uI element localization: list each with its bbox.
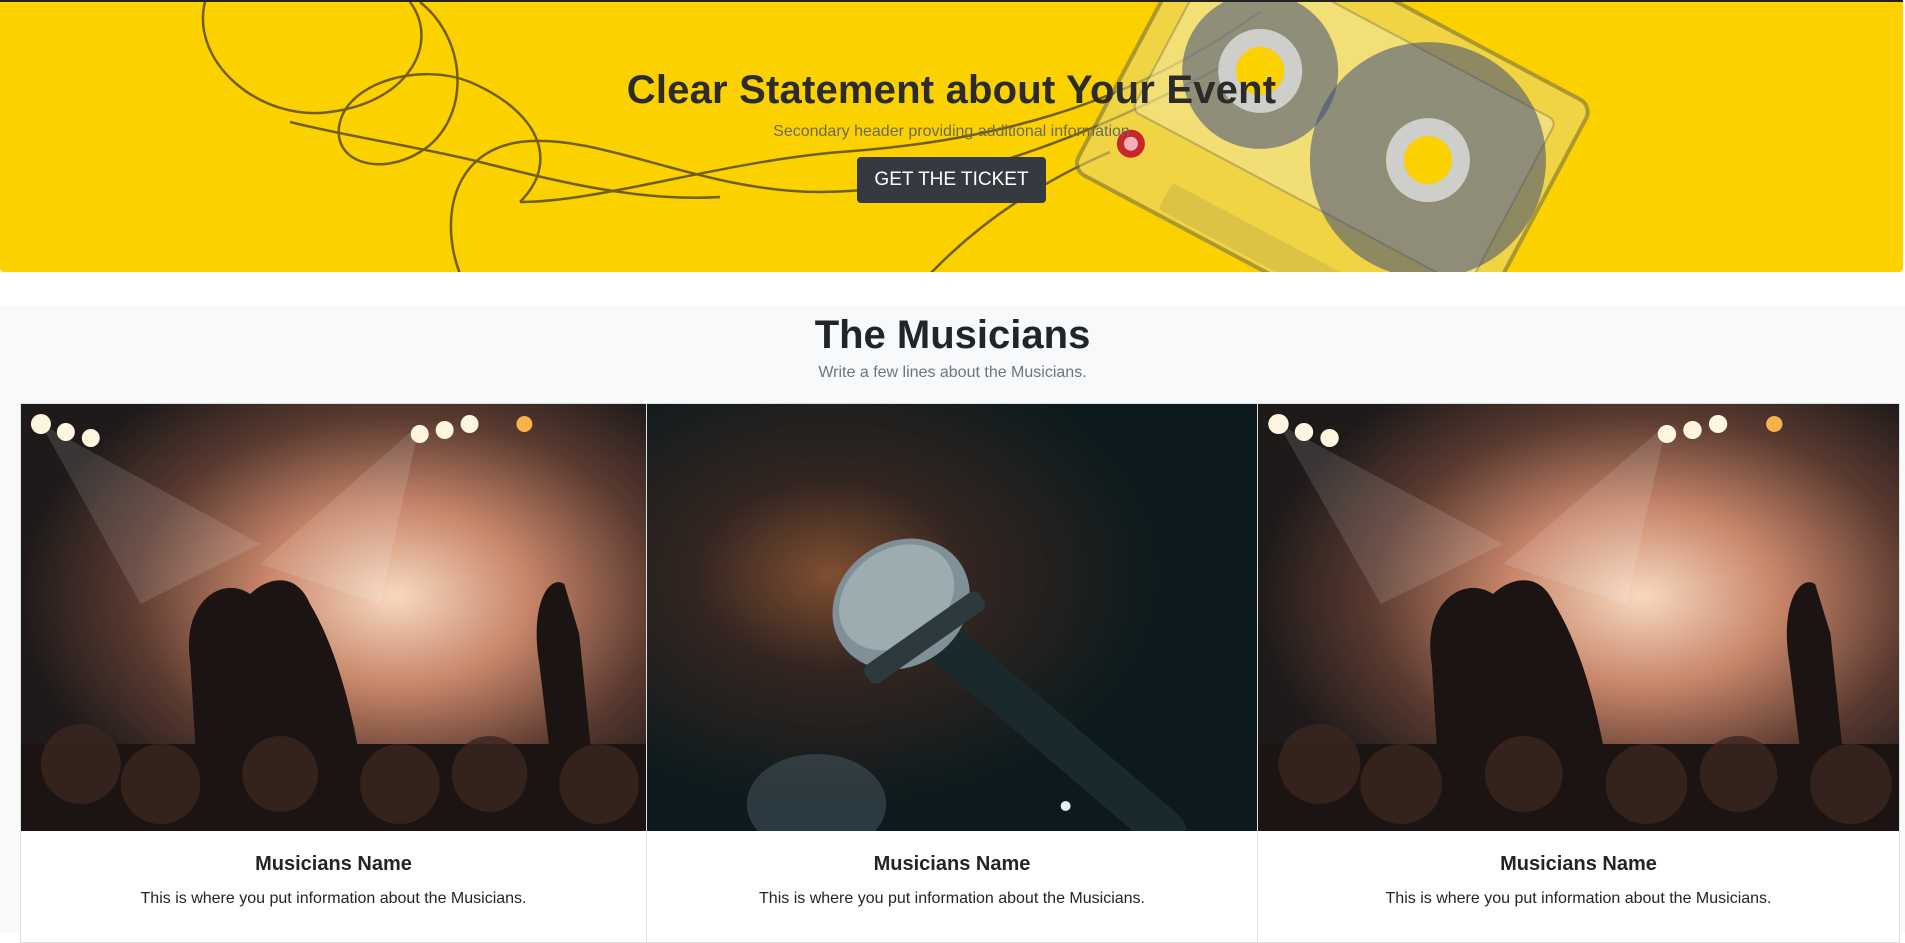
microphone-image bbox=[647, 404, 1257, 831]
musician-card: Musicians Name This is where you put inf… bbox=[646, 403, 1258, 943]
card-body: Musicians Name This is where you put inf… bbox=[1258, 853, 1899, 908]
musicians-title: The Musicians bbox=[814, 313, 1091, 357]
hero-title: Clear Statement about Your Event bbox=[626, 68, 1277, 112]
musicians-subtitle: Write a few lines about the Musicians. bbox=[818, 364, 1087, 381]
musician-description: This is where you put information about … bbox=[1385, 890, 1772, 907]
musicians-section: The Musicians Write a few lines about th… bbox=[0, 306, 1905, 943]
concert-crowd-image bbox=[1258, 404, 1899, 831]
get-ticket-button[interactable]: GET THE TICKET bbox=[857, 157, 1046, 203]
hero-banner: Clear Statement about Your Event Seconda… bbox=[0, 0, 1903, 272]
musician-card: Musicians Name This is where you put inf… bbox=[20, 403, 647, 943]
hero-content: Clear Statement about Your Event Seconda… bbox=[0, 68, 1903, 203]
musician-card: Musicians Name This is where you put inf… bbox=[1257, 403, 1900, 943]
musician-name: Musicians Name bbox=[1500, 853, 1657, 875]
musician-description: This is where you put information about … bbox=[140, 890, 527, 907]
musician-cards: Musicians Name This is where you put inf… bbox=[20, 403, 1900, 943]
concert-crowd-image bbox=[21, 404, 646, 831]
musician-name: Musicians Name bbox=[255, 853, 412, 875]
musician-name: Musicians Name bbox=[873, 853, 1031, 875]
card-body: Musicians Name This is where you put inf… bbox=[21, 853, 646, 908]
card-body: Musicians Name This is where you put inf… bbox=[647, 853, 1257, 908]
hero-subtitle: Secondary header providing additional in… bbox=[773, 123, 1130, 140]
musician-description: This is where you put information about … bbox=[759, 890, 1145, 907]
